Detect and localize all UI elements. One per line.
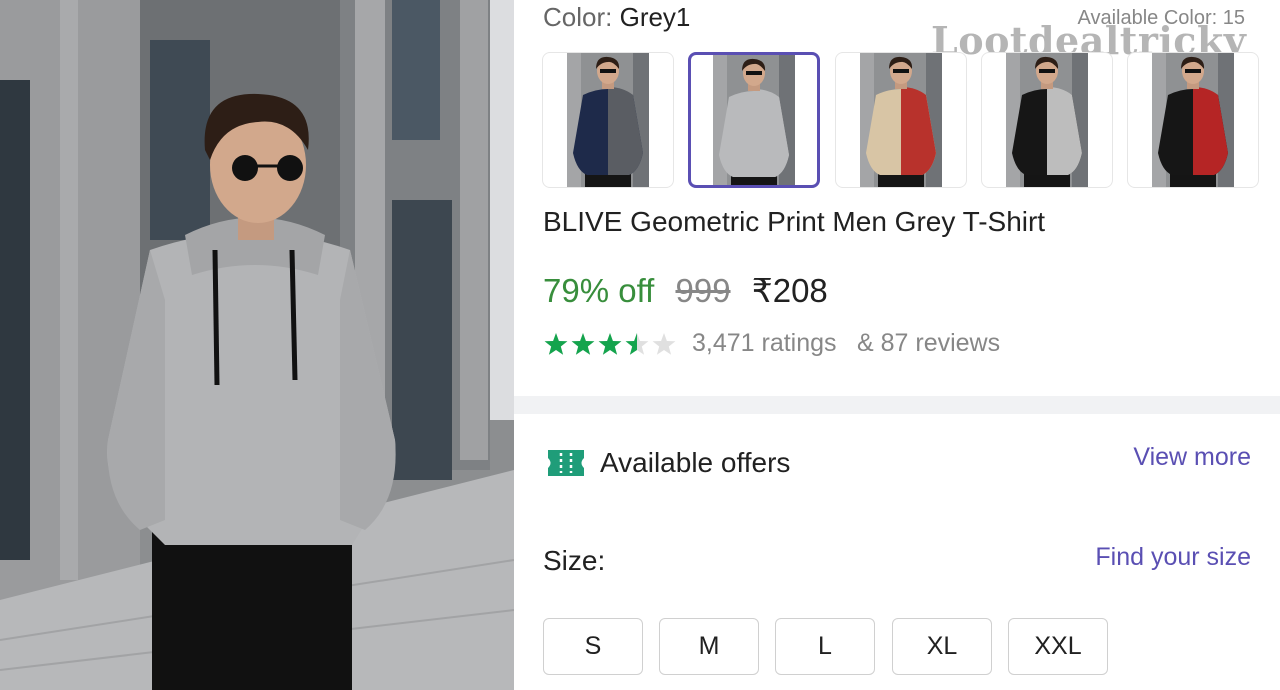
rating-stars (544, 333, 676, 355)
product-main-image[interactable] (0, 0, 514, 690)
view-more-offers-link[interactable]: View more (1133, 443, 1251, 472)
size-option-m[interactable]: M (659, 618, 759, 675)
color-thumbnail-grey[interactable] (688, 52, 820, 188)
star-filled-icon (598, 333, 622, 355)
size-option-l[interactable]: L (775, 618, 875, 675)
offer-ticket-icon (548, 450, 584, 476)
thumbnail-model-image (1006, 53, 1088, 187)
thumbnail-model-image (860, 53, 942, 187)
original-price: 999 (675, 272, 731, 309)
size-label: Size: (543, 545, 606, 576)
color-thumbnail-black-grey[interactable] (981, 52, 1113, 188)
star-filled-icon (544, 333, 568, 355)
product-title: BLIVE Geometric Print Men Grey T-Shirt (543, 206, 1046, 237)
find-your-size-link[interactable]: Find your size (1095, 543, 1251, 572)
selling-price: ₹208 (751, 272, 828, 309)
size-option-xl[interactable]: XL (892, 618, 992, 675)
color-thumbnails (542, 52, 1262, 190)
thumbnail-model-image (567, 53, 649, 187)
size-option-s[interactable]: S (543, 618, 643, 675)
price-row: 79% off 999 ₹208 (543, 271, 828, 310)
available-offers-heading: Available offers (600, 447, 791, 478)
star-filled-icon (571, 333, 595, 355)
thumbnail-model-image (1152, 53, 1234, 187)
color-label-text: Color: (543, 2, 613, 32)
reviews-count: & 87 reviews (857, 329, 1001, 357)
color-thumbnail-beige-red[interactable] (835, 52, 967, 188)
size-option-xxl[interactable]: XXL (1008, 618, 1108, 675)
section-divider (514, 396, 1280, 414)
color-thumbnail-navy-grey[interactable] (542, 52, 674, 188)
product-details-panel: Color: Grey1 Available Color: 15 Lootdea… (514, 0, 1280, 690)
color-thumbnail-black-red[interactable] (1127, 52, 1259, 188)
ratings-count: 3,471 ratings (692, 329, 837, 357)
thumbnail-model-image (713, 55, 795, 185)
star-empty-icon (652, 333, 676, 355)
selected-color-value: Grey1 (619, 2, 691, 32)
color-label: Color: Grey1 (543, 2, 690, 33)
discount-percent: 79% off (543, 272, 655, 309)
